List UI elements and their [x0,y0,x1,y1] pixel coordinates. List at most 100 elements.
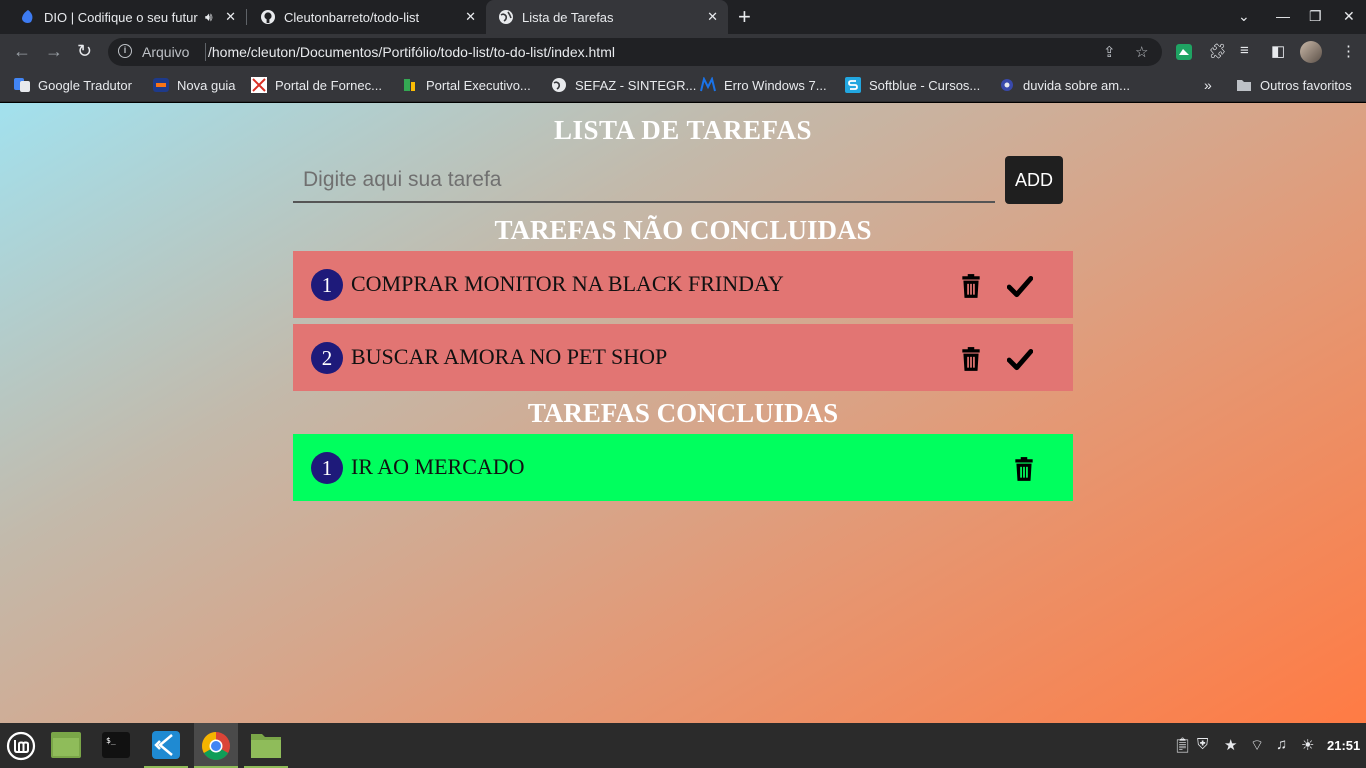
profile-avatar[interactable] [1300,41,1322,63]
pending-task-item: 1 COMPRAR MONITOR NA BLACK FRINDAY [293,251,1073,318]
portal-fornecedor-icon [251,77,267,93]
svg-text:$_: $_ [106,736,116,745]
pending-task-item: 2 BUSCAR AMORA NO PET SHOP [293,324,1073,391]
task-number-badge: 2 [311,342,343,374]
taskbar-folder[interactable] [244,723,288,768]
bookmark-google-tradutor[interactable]: Google Tradutor [14,70,132,100]
bookmark-label: Outros favoritos [1260,77,1352,93]
side-panel-icon[interactable]: ◧ [1271,42,1285,60]
folder-icon [1237,80,1251,91]
task-text: COMPRAR MONITOR NA BLACK FRINDAY [351,271,784,296]
globe-icon [552,78,566,92]
tab-title: DIO | Codifique o seu futuro [44,9,198,25]
dio-favicon-icon [22,10,33,23]
task-text: BUSCAR AMORA NO PET SHOP [351,344,668,369]
close-tab-icon[interactable]: ✕ [225,9,236,25]
security-label: Arquivo [142,44,190,60]
bookmark-label: Google Tradutor [38,77,132,93]
new-tab-icon[interactable]: + [738,5,751,29]
browser-toolbar: ← → ↻ i Arquivo /home/cleuton/Documentos… [0,34,1366,70]
taskbar-files[interactable] [44,723,88,768]
music-icon[interactable]: ♫ [1276,736,1287,753]
page-title: LISTA DE TAREFAS [553,115,813,145]
google-translate-icon [14,78,30,92]
more-bookmarks-chevron-icon[interactable]: » [1204,70,1212,100]
bookmark-softblue[interactable]: Softblue - Cursos... [845,70,980,100]
terminal-icon: $_ [102,732,130,758]
bookmark-portal-fornecedor[interactable]: Portal de Fornec... [251,70,382,100]
todo-page: LISTA DE TAREFAS ADD TAREFAS NÃO CONCLUI… [0,103,1366,723]
mint-menu-icon[interactable] [6,731,36,761]
clock[interactable]: 21:51 [1327,738,1360,753]
browser-tab-bar: DIO | Codifique o seu futuro 🔊︎ ✕ Cleuto… [0,0,1366,34]
windows-error-icon [700,77,716,92]
softblue-icon [845,77,861,93]
tab-lista-de-tarefas[interactable]: Lista de Tarefas ✕ [486,0,728,34]
wifi-icon[interactable]: ⌔ [1250,736,1264,755]
close-tab-icon[interactable]: ✕ [465,9,476,25]
forum-icon [1001,79,1013,91]
trash-icon[interactable] [958,346,984,372]
done-task-item: 1 IR AO MERCADO [293,434,1073,501]
bookmark-label: duvida sobre am... [1023,77,1130,93]
tab-github[interactable]: Cleutonbarreto/todo-list ✕ [240,0,486,34]
tab-title: Lista de Tarefas [522,9,614,25]
shield-icon[interactable]: ⛨ [1197,736,1208,753]
folder-icon [251,734,281,758]
tab-dio[interactable]: DIO | Codifique o seu futuro 🔊︎ ✕ [0,0,246,34]
back-icon[interactable]: ← [13,41,31,62]
clipboard-icon[interactable]: 📋︎ [1173,736,1192,754]
reload-icon[interactable]: ↻ [77,41,92,62]
tab-title: Cleutonbarreto/todo-list [284,9,420,25]
bookmark-nova-guia[interactable]: Nova guia [153,70,236,100]
bookmark-other-favorites[interactable]: Outros favoritos [1236,70,1352,100]
bookmark-label: Portal de Fornec... [275,77,382,93]
tab-search-chevron-icon[interactable]: ⌄ [1238,8,1250,25]
taskbar-vscode[interactable] [144,723,188,768]
task-number-badge: 1 [311,452,343,484]
add-task-button[interactable]: ADD [1005,156,1063,204]
taskbar-chrome[interactable] [194,723,238,768]
os-taskbar: $_ 📋︎ ⛨ ★ ⌔ ♫ ☀ 21:51 [0,723,1366,768]
bookmark-sefaz[interactable]: SEFAZ - SINTEGR... [551,70,696,100]
chrome-icon [202,732,230,760]
task-number-badge: 1 [311,269,343,301]
bookmark-label: Nova guia [177,77,236,93]
forward-icon[interactable]: → [45,41,63,62]
bookmark-label: SEFAZ - SINTEGR... [575,77,697,93]
extensions-puzzle-icon[interactable]: 🧩︎ [1208,42,1227,60]
check-icon[interactable] [1007,346,1033,372]
url-text[interactable]: /home/cleuton/Documentos/Portifólio/todo… [208,44,615,60]
audio-playing-icon[interactable]: 🔊︎ [205,10,213,25]
address-bar[interactable]: i Arquivo /home/cleuton/Documentos/Porti… [108,38,1162,66]
taskbar-terminal[interactable]: $_ [94,723,138,768]
media-queue-icon[interactable]: ≡ [1240,42,1249,59]
bookmark-portal-executivo[interactable]: Portal Executivo... [402,70,531,100]
minimize-icon[interactable]: — [1276,8,1290,24]
close-tab-icon[interactable]: ✕ [707,9,718,25]
bookmark-duvida[interactable]: duvida sobre am... [999,70,1130,100]
brightness-icon[interactable]: ☀ [1301,736,1314,754]
star-icon[interactable]: ★ [1224,736,1237,754]
bookmark-erro-windows[interactable]: Erro Windows 7... [700,70,827,100]
omnibox-separator [205,43,206,61]
check-icon[interactable] [1007,273,1033,299]
maximize-icon[interactable]: ❐ [1309,8,1322,25]
menu-kebab-icon[interactable]: ⋮ [1341,42,1356,60]
files-icon [51,732,81,758]
extension-green-icon[interactable] [1175,43,1193,61]
portal-executivo-icon [404,79,415,91]
task-input[interactable] [293,158,995,203]
done-section-title: TAREFAS CONCLUIDAS [527,398,839,428]
bookmark-star-icon[interactable]: ☆ [1135,43,1148,61]
pending-section-title: TAREFAS NÃO CONCLUIDAS [494,215,872,245]
close-window-icon[interactable]: ✕ [1343,8,1355,25]
bookmarks-bar: Google Tradutor Nova guia Portal de Forn… [0,70,1366,102]
trash-icon[interactable] [1011,456,1037,482]
share-icon[interactable]: ⇪ [1103,43,1116,61]
trash-icon[interactable] [958,273,984,299]
github-favicon-icon [261,10,275,24]
bookmark-label: Softblue - Cursos... [869,77,981,93]
task-text: IR AO MERCADO [351,454,525,479]
info-icon[interactable]: i [118,44,132,58]
